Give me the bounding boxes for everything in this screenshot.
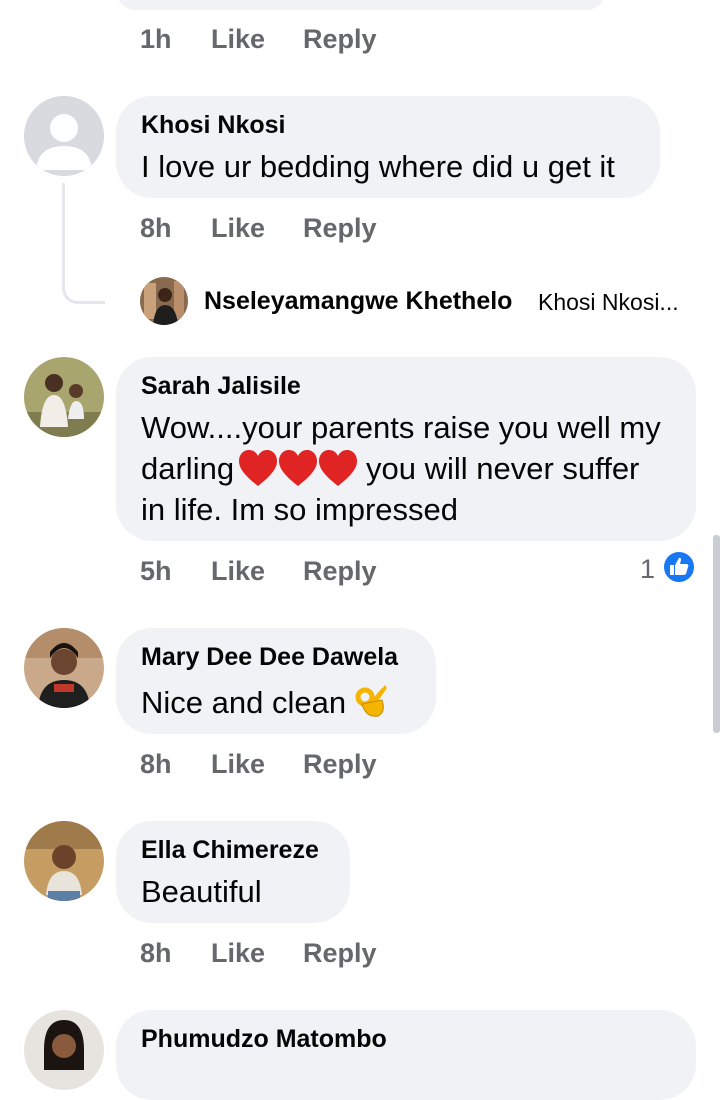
comment-author[interactable]: Ella Chimereze <box>141 836 319 865</box>
reply-button[interactable]: Reply <box>303 938 377 969</box>
avatar-ella-chimereze[interactable] <box>24 821 104 901</box>
comment-bubble-partial <box>116 0 606 10</box>
like-button[interactable]: Like <box>211 749 265 780</box>
profile-photo-icon <box>24 357 104 437</box>
reply-thread-line <box>62 183 105 304</box>
comment-text: I love ur bedding where did u get it <box>141 149 615 184</box>
avatar-phumudzo-matombo[interactable] <box>24 1010 104 1090</box>
comment-author[interactable]: Mary Dee Dee Dawela <box>141 643 398 672</box>
comment-time: 8h <box>140 213 172 243</box>
comment-text: Beautiful <box>141 874 262 909</box>
person-silhouette-icon <box>24 96 104 176</box>
avatar-mary-dee-dee-dawela[interactable] <box>24 628 104 708</box>
profile-photo-icon <box>140 277 188 325</box>
avatar-sarah-jalisile[interactable] <box>24 357 104 437</box>
comment-text-line: Wow....your parents raise you well my <box>141 410 661 445</box>
comment-time: 1h <box>140 24 172 54</box>
avatar-nseleyamangwe[interactable] <box>140 277 188 325</box>
red-heart-emoji <box>238 449 358 489</box>
reply-preview-author[interactable]: Nseleyamangwe Khethelo <box>204 287 512 316</box>
reply-button[interactable]: Reply <box>303 556 377 587</box>
reply-button[interactable]: Reply <box>303 24 377 55</box>
comment-time: 8h <box>140 938 172 968</box>
reply-button[interactable]: Reply <box>303 749 377 780</box>
profile-photo-icon <box>24 1010 104 1090</box>
avatar-khosi-nkosi[interactable] <box>24 96 104 176</box>
comment-time: 5h <box>140 556 172 586</box>
comment-bubble <box>116 1010 696 1100</box>
ok-hand-emoji <box>352 682 388 720</box>
like-button[interactable]: Like <box>211 213 265 244</box>
like-button[interactable]: Like <box>211 24 265 55</box>
comment-time: 8h <box>140 749 172 779</box>
profile-photo-icon <box>24 628 104 708</box>
scrollbar-thumb[interactable] <box>713 535 720 733</box>
profile-photo-icon <box>24 821 104 901</box>
comment-author[interactable]: Sarah Jalisile <box>141 372 301 401</box>
like-button[interactable]: Like <box>211 556 265 587</box>
comment-author[interactable]: Phumudzo Matombo <box>141 1025 387 1054</box>
reply-preview-snippet[interactable]: Khosi Nkosi... <box>538 289 679 316</box>
comment-text-line: darling <box>141 451 235 486</box>
like-button[interactable]: Like <box>211 938 265 969</box>
comment-text: Nice and clean <box>141 685 347 720</box>
comment-text-line: in life. Im so impressed <box>141 492 458 527</box>
comment-text-line: you will never suffer <box>366 451 640 486</box>
reaction-count[interactable]: 1 <box>640 554 655 585</box>
comment-author[interactable]: Khosi Nkosi <box>141 111 285 140</box>
reply-button[interactable]: Reply <box>303 213 377 244</box>
like-thumb-icon[interactable] <box>662 550 696 584</box>
